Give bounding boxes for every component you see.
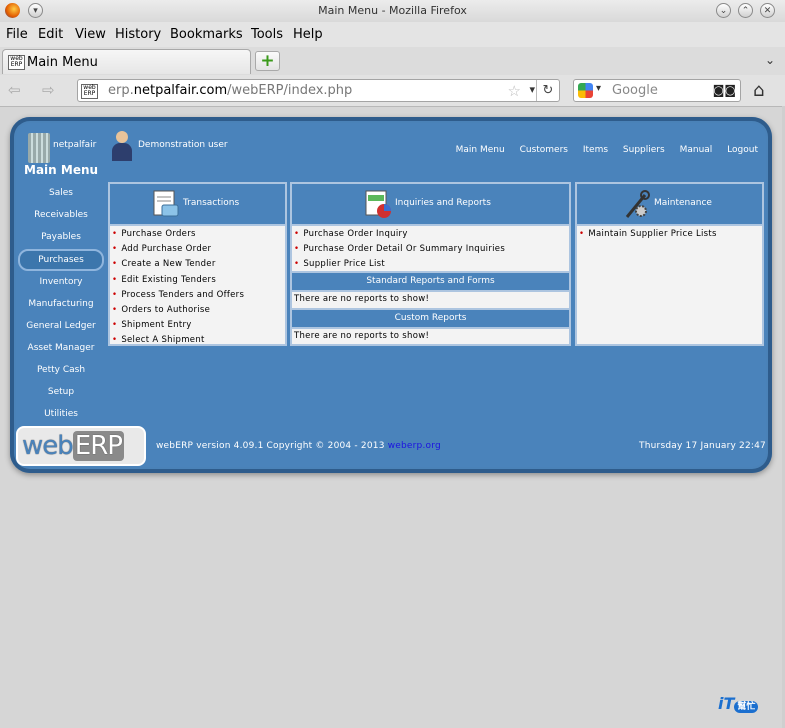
sidebar-item-petty-cash[interactable]: Petty Cash — [18, 359, 104, 381]
url-dropdown-icon[interactable]: ▾ — [529, 83, 535, 96]
list-item[interactable]: • Create a New Tender — [112, 257, 244, 272]
inquiries-list: • Purchase Order Inquiry • Purchase Order … — [294, 227, 505, 273]
inquiries-header: Inquiries and Reports — [292, 184, 569, 226]
module-sidebar: Sales Receivables Payables Purchases Inv… — [18, 182, 104, 425]
sidebar-item-manufacturing[interactable]: Manufacturing — [18, 293, 104, 315]
list-item[interactable]: • Process Tenders and Offers — [112, 288, 244, 303]
weberp-content: netpalfair Demonstration user Main Menu … — [16, 123, 766, 467]
inquiries-title: Inquiries and Reports — [395, 198, 491, 208]
tab-label: Main Menu — [27, 55, 98, 70]
standard-reports-empty: There are no reports to show! — [294, 294, 430, 304]
menubar: File Edit View History Bookmarks Tools H… — [0, 22, 785, 47]
new-tab-button[interactable]: + — [255, 51, 280, 71]
sidebar-item-payables[interactable]: Payables — [18, 226, 104, 248]
navigation-toolbar: ⇦ ⇨ web ERP erp.netpalfair.com/webERP/ind… — [0, 75, 785, 107]
transactions-list: • Purchase Orders • Add Purchase Order • Cr… — [112, 227, 244, 349]
sidebar-item-sales[interactable]: Sales — [18, 182, 104, 204]
sidebar-item-setup[interactable]: Setup — [18, 381, 104, 403]
list-item[interactable]: • Maintain Supplier Price Lists — [579, 227, 717, 242]
inquiries-panel: Inquiries and Reports • Purchase Order In… — [290, 182, 571, 346]
custom-reports-header: Custom Reports — [292, 308, 569, 329]
list-item[interactable]: • Edit Existing Tenders — [112, 273, 244, 288]
home-icon[interactable]: ⌂ — [753, 80, 764, 101]
sidebar-item-asset-manager[interactable]: Asset Manager — [18, 337, 104, 359]
company-name: netpalfair — [53, 140, 97, 150]
menu-history[interactable]: History — [115, 27, 161, 42]
weberp-logo: webERP — [16, 426, 146, 466]
standard-reports-header: Standard Reports and Forms — [292, 271, 569, 292]
reload-icon[interactable]: ↻ — [536, 80, 559, 101]
url-bar[interactable]: web ERP erp.netpalfair.com/webERP/index.p… — [77, 79, 560, 102]
maintenance-header: Maintenance — [577, 184, 762, 226]
menu-bookmarks[interactable]: Bookmarks — [170, 27, 243, 42]
transactions-icon — [153, 190, 179, 217]
maintenance-list: • Maintain Supplier Price Lists — [579, 227, 717, 242]
tab-bar: web ERP Main Menu + ⌄ — [0, 47, 785, 76]
list-item[interactable]: • Purchase Orders — [112, 227, 244, 242]
window-title: Main Menu - Mozilla Firefox — [318, 4, 467, 17]
building-icon — [28, 133, 50, 163]
url-text[interactable]: erp.netpalfair.com/webERP/index.php — [108, 83, 352, 98]
list-item[interactable]: • Purchase Order Detail Or Summary Inquir… — [294, 242, 505, 257]
tab-main-menu[interactable]: web ERP Main Menu — [2, 49, 251, 74]
tab-list-chevron-icon[interactable]: ⌄ — [765, 53, 775, 67]
sidebar-item-general-ledger[interactable]: General Ledger — [18, 315, 104, 337]
sidebar-item-utilities[interactable]: Utilities — [18, 403, 104, 425]
forward-arrow-icon[interactable]: ⇨ — [42, 81, 55, 99]
weberp-link[interactable]: weberp.org — [388, 441, 441, 451]
close-button[interactable]: ✕ — [760, 3, 775, 18]
maximize-button[interactable]: ⌃ — [738, 3, 753, 18]
custom-reports-empty: There are no reports to show! — [294, 331, 430, 341]
itbang-watermark-logo: iT 幫忙 — [718, 694, 778, 722]
sidebar-item-inventory[interactable]: Inventory — [18, 271, 104, 293]
weberp-frame: netpalfair Demonstration user Main Menu … — [10, 117, 772, 473]
transactions-header: Transactions — [110, 184, 285, 226]
weberp-favicon-icon: web ERP — [8, 55, 25, 70]
bookmark-star-icon[interactable]: ☆ — [508, 82, 521, 100]
sidebar-item-purchases[interactable]: Purchases — [18, 249, 104, 271]
user-avatar-icon — [110, 131, 134, 161]
menu-tools[interactable]: Tools — [251, 27, 283, 42]
menu-edit[interactable]: Edit — [38, 27, 63, 42]
engine-dropdown-icon[interactable]: ▾ — [596, 83, 601, 94]
inquiries-report-icon — [365, 190, 391, 218]
top-navigation: Main Menu Customers Items Suppliers Manu… — [444, 145, 758, 155]
main-menu-title: Main Menu — [24, 163, 99, 177]
back-arrow-icon[interactable]: ⇦ — [8, 81, 21, 99]
nav-items[interactable]: Items — [583, 145, 608, 155]
search-placeholder: Google — [612, 83, 658, 98]
maintenance-panel: Maintenance • Maintain Supplier Price Lis… — [575, 182, 764, 346]
nav-manual[interactable]: Manual — [680, 145, 713, 155]
footer-version: webERP version 4.09.1 Copyright © 2004 -… — [156, 441, 441, 451]
footer-datetime: Thursday 17 January 22:47 — [639, 441, 766, 451]
window-titlebar: ▾ Main Menu - Mozilla Firefox ⌄ ⌃ ✕ — [0, 0, 785, 23]
list-item[interactable]: • Select A Shipment — [112, 333, 244, 348]
list-item[interactable]: • Orders to Authorise — [112, 303, 244, 318]
maintenance-title: Maintenance — [654, 198, 712, 208]
list-item[interactable]: • Shipment Entry — [112, 318, 244, 333]
wrench-gear-icon — [625, 190, 650, 218]
user-name[interactable]: Demonstration user — [138, 140, 228, 150]
menu-help[interactable]: Help — [293, 27, 323, 42]
nav-logout[interactable]: Logout — [727, 145, 758, 155]
list-item[interactable]: • Purchase Order Inquiry — [294, 227, 505, 242]
google-engine-icon[interactable] — [578, 83, 593, 98]
transactions-title: Transactions — [183, 198, 240, 208]
sidebar-item-receivables[interactable]: Receivables — [18, 204, 104, 226]
minimize-button[interactable]: ⌄ — [716, 3, 731, 18]
nav-main-menu[interactable]: Main Menu — [456, 145, 505, 155]
binoculars-search-icon[interactable]: ◙◙ — [713, 83, 736, 97]
site-identity-icon[interactable]: web ERP — [81, 84, 98, 99]
menu-view[interactable]: View — [75, 27, 106, 42]
nav-customers[interactable]: Customers — [520, 145, 568, 155]
search-bar[interactable]: ▾ Google ◙◙ — [573, 79, 741, 102]
menu-file[interactable]: File — [6, 27, 28, 42]
nav-suppliers[interactable]: Suppliers — [623, 145, 665, 155]
list-item[interactable]: • Add Purchase Order — [112, 242, 244, 257]
transactions-panel: Transactions • Purchase Orders • Add Purch… — [108, 182, 287, 346]
